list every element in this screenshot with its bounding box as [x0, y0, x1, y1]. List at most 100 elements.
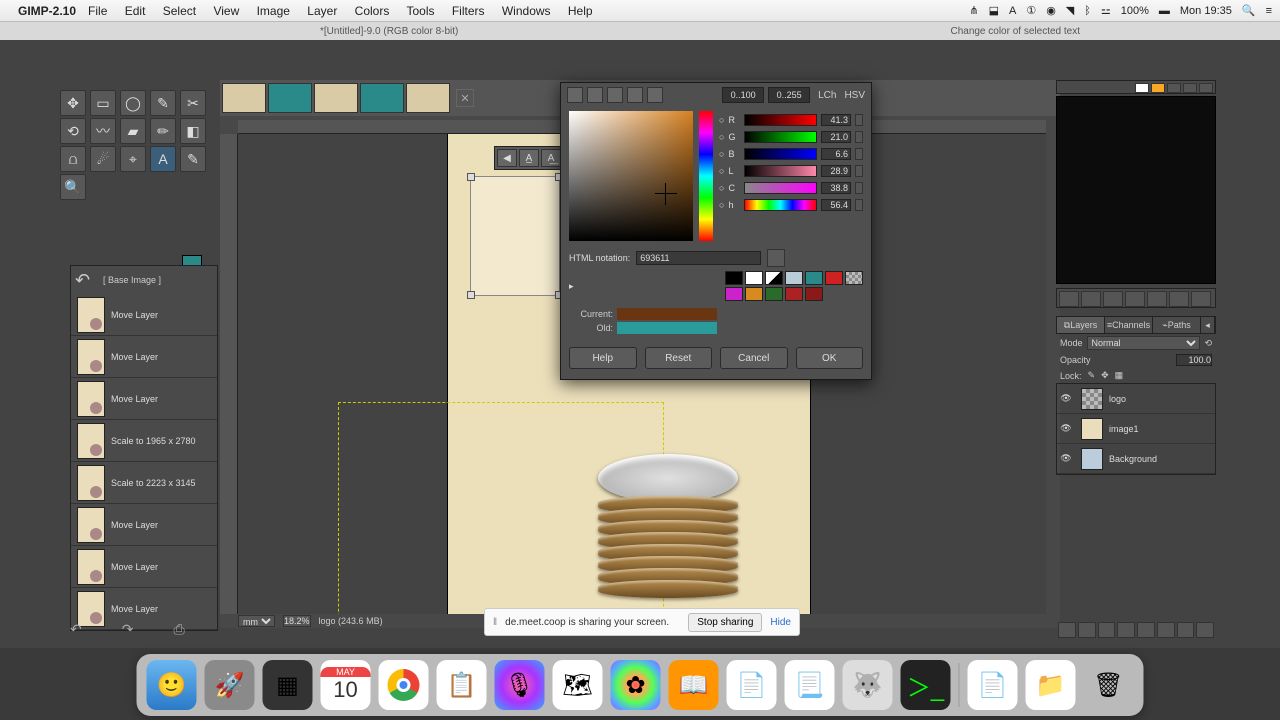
- zoom-level[interactable]: 18.2%: [283, 615, 311, 627]
- undo-icon[interactable]: ↶: [75, 270, 99, 290]
- tab-menu-icon[interactable]: ◂: [1201, 317, 1215, 333]
- nav-icon[interactable]: [1191, 291, 1211, 307]
- dock-folder-icon[interactable]: 📁: [1026, 660, 1076, 710]
- menu-extras-icon[interactable]: ≡: [1266, 5, 1272, 17]
- duplicate-layer-icon[interactable]: [1137, 622, 1155, 638]
- 1password-icon[interactable]: ①: [1026, 4, 1036, 17]
- navigation-preview[interactable]: [1056, 96, 1216, 284]
- color-picker-tab-icon[interactable]: [607, 87, 623, 103]
- image-tab[interactable]: [360, 83, 404, 113]
- swatch[interactable]: [725, 287, 743, 301]
- tab-channels[interactable]: ≡ Channels: [1105, 317, 1153, 333]
- dock-calendar-icon[interactable]: MAY 10: [321, 660, 371, 710]
- battery-icon[interactable]: ▬: [1159, 5, 1170, 17]
- cancel-button[interactable]: Cancel: [720, 347, 788, 369]
- bluetooth-icon[interactable]: ᛒ: [1084, 5, 1091, 17]
- swatch[interactable]: [745, 287, 763, 301]
- range-b-input[interactable]: [768, 87, 810, 103]
- radio-r-icon[interactable]: ○: [719, 115, 724, 125]
- dock-trash-icon[interactable]: 🗑: [1084, 660, 1134, 710]
- l-slider[interactable]: [744, 165, 817, 177]
- visibility-eye-icon[interactable]: 👁: [1057, 453, 1075, 464]
- dock-mission-control-icon[interactable]: ▦: [263, 660, 313, 710]
- rotate-tool-icon[interactable]: ⟲: [60, 118, 86, 144]
- close-tab-icon[interactable]: ✕: [456, 89, 474, 107]
- dock-photos-icon[interactable]: ✿: [611, 660, 661, 710]
- layer-name[interactable]: Background: [1109, 454, 1157, 464]
- lock-alpha-icon[interactable]: ▦: [1115, 370, 1124, 381]
- image-tab-active[interactable]: [406, 83, 450, 113]
- dock-document-icon[interactable]: 📄: [968, 660, 1018, 710]
- reset-button[interactable]: Reset: [645, 347, 713, 369]
- c-value[interactable]: 38.8: [821, 182, 851, 194]
- layer-group-icon[interactable]: [1078, 622, 1096, 638]
- handle-icon[interactable]: [467, 291, 475, 299]
- merge-layer-icon[interactable]: [1157, 622, 1175, 638]
- delete-layer-icon[interactable]: [1196, 622, 1214, 638]
- eraser-tool-icon[interactable]: ◧: [180, 118, 206, 144]
- radio-c-icon[interactable]: ○: [719, 183, 724, 193]
- radio-b-icon[interactable]: ○: [719, 149, 724, 159]
- redo-button-icon[interactable]: ↷: [122, 621, 134, 638]
- palette-icon[interactable]: [1135, 83, 1149, 93]
- wifi-status-icon[interactable]: ⚍: [1101, 4, 1111, 17]
- range-a-input[interactable]: [722, 87, 764, 103]
- ok-button[interactable]: OK: [796, 347, 864, 369]
- spinner-icon[interactable]: [855, 199, 863, 211]
- h-value[interactable]: 56.4: [821, 199, 851, 211]
- dock-audio-app-icon[interactable]: 🎙: [495, 660, 545, 710]
- dock-finder-icon[interactable]: 🙂: [147, 660, 197, 710]
- history-item[interactable]: Scale to 1965 x 2780: [71, 420, 217, 462]
- layer-name[interactable]: image1: [1109, 424, 1139, 434]
- smudge-tool-icon[interactable]: ☄: [90, 146, 116, 172]
- zoom-1to1-icon[interactable]: [1125, 291, 1145, 307]
- dock-books-icon[interactable]: 📖: [669, 660, 719, 710]
- swatch[interactable]: [785, 287, 803, 301]
- spinner-icon[interactable]: [855, 182, 863, 194]
- h-slider[interactable]: [744, 199, 817, 211]
- tab-paths[interactable]: ⌁ Paths: [1153, 317, 1201, 333]
- swatch[interactable]: [785, 271, 803, 285]
- opacity-value[interactable]: 100.0: [1176, 354, 1212, 366]
- crop-tool-icon[interactable]: ✂: [180, 90, 206, 116]
- hide-share-button[interactable]: Hide: [770, 617, 791, 628]
- spinner-icon[interactable]: [855, 165, 863, 177]
- dock-textedit-icon[interactable]: 📄: [727, 660, 777, 710]
- model-hsv-label[interactable]: HSV: [844, 90, 865, 101]
- menu-help[interactable]: Help: [568, 4, 593, 18]
- visibility-eye-icon[interactable]: 👁: [1057, 393, 1075, 404]
- image-tab[interactable]: [222, 83, 266, 113]
- palette-icon[interactable]: [1183, 83, 1197, 93]
- text-tool-icon[interactable]: A: [150, 146, 176, 172]
- move-tool-icon[interactable]: ✥: [60, 90, 86, 116]
- eyedropper-icon[interactable]: [767, 249, 785, 267]
- radio-g-icon[interactable]: ○: [719, 132, 724, 142]
- rect-select-tool-icon[interactable]: ▭: [90, 90, 116, 116]
- free-select-tool-icon[interactable]: ✎: [150, 90, 176, 116]
- swatch[interactable]: [765, 271, 783, 285]
- help-button[interactable]: Help: [569, 347, 637, 369]
- menu-windows[interactable]: Windows: [502, 4, 551, 18]
- color-picker-tab-icon[interactable]: [647, 87, 663, 103]
- dropbox-icon[interactable]: ⬓: [989, 4, 999, 17]
- radio-h-icon[interactable]: ○: [719, 200, 724, 210]
- raise-layer-icon[interactable]: [1098, 622, 1116, 638]
- menu-view[interactable]: View: [213, 4, 239, 18]
- menu-layer[interactable]: Layer: [307, 4, 337, 18]
- history-item[interactable]: Move Layer: [71, 294, 217, 336]
- menu-colors[interactable]: Colors: [355, 4, 390, 18]
- mode-nav-icon[interactable]: ⟲: [1204, 338, 1212, 349]
- swatch-nav-icon[interactable]: ▸: [569, 281, 579, 292]
- ellipse-select-tool-icon[interactable]: ◯: [120, 90, 146, 116]
- visibility-eye-icon[interactable]: 👁: [1057, 423, 1075, 434]
- app-name[interactable]: GIMP-2.10: [18, 4, 76, 18]
- swatch[interactable]: [765, 287, 783, 301]
- text-edit-box[interactable]: [470, 176, 560, 296]
- stop-sharing-button[interactable]: Stop sharing: [688, 613, 762, 632]
- c-slider[interactable]: [744, 182, 817, 194]
- nav-icon[interactable]: [1147, 291, 1167, 307]
- image-tab[interactable]: [268, 83, 312, 113]
- model-lch-label[interactable]: LCh: [818, 90, 836, 101]
- path-tool-icon[interactable]: ⌖: [120, 146, 146, 172]
- blend-mode-select[interactable]: Normal: [1087, 336, 1201, 350]
